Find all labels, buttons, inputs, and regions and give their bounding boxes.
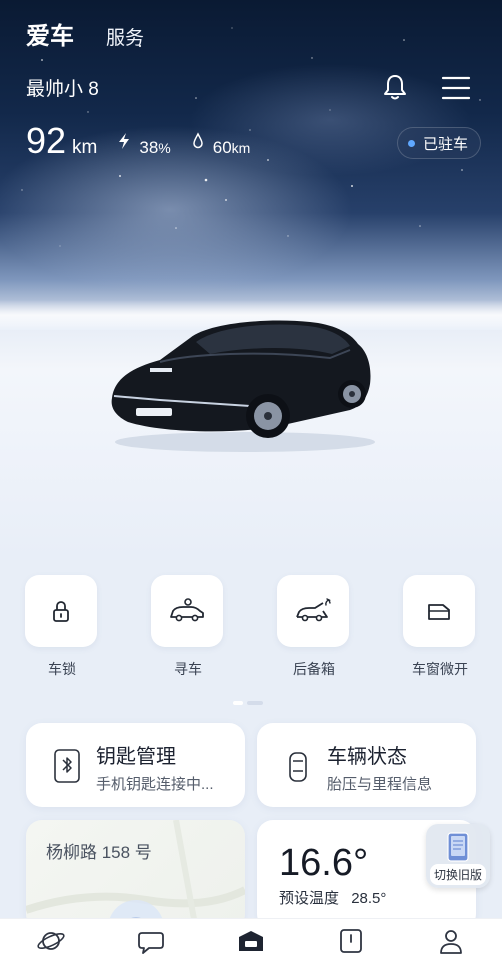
vehicle-card-subtitle: 胎压与里程信息 [327,776,433,793]
quick-actions: 车锁 寻车 后备箱 车窗微开 [0,575,502,685]
fuel-drop-icon [192,132,203,149]
preset-temperature-label: 预设温度 [279,890,340,907]
switch-old-version-button[interactable]: 切换旧版 [426,824,490,888]
key-card-subtitle: 手机钥匙连接中... [96,776,214,793]
vehicle-card-title: 车辆状态 [327,746,407,768]
action-find-car[interactable]: 寻车 [151,575,225,679]
cabin-temperature: 16.6° [279,842,369,884]
find-car-icon [170,598,204,622]
window-button[interactable] [403,575,475,647]
action-trunk[interactable]: 后备箱 [277,575,351,679]
tab-my-car[interactable]: 爱车 [26,16,74,51]
key-card-title: 钥匙管理 [96,746,176,768]
trunk-label: 后备箱 [293,661,335,677]
find-car-button[interactable] [151,575,223,647]
location-map-card[interactable]: 杨柳路 158 号 [26,820,245,930]
page-dot [247,701,263,705]
location-address: 杨柳路 158 号 [46,843,152,862]
map-background [26,820,245,930]
menu-icon[interactable] [441,74,471,102]
car-top-view-icon [289,752,307,782]
parked-status-badge: 已驻车 [397,127,482,159]
window-icon [428,604,450,620]
battery-unit: % [158,140,171,156]
bluetooth-key-icon [54,749,80,783]
trunk-icon [296,598,332,622]
lock-label: 车锁 [48,661,76,677]
action-lock[interactable]: 车锁 [25,575,99,679]
find-car-label: 寻车 [174,661,202,677]
trunk-button[interactable] [277,575,349,647]
battery-value: 38 [139,138,159,157]
vehicle-stats: 92 km 38% 60 km [26,120,250,162]
tab-service[interactable]: 服务 [106,23,144,50]
key-management-card[interactable]: 钥匙管理 手机钥匙连接中... [26,723,245,807]
fuel-range-unit: km [231,140,251,156]
parked-status-label: 已驻车 [423,135,469,153]
planet-icon[interactable] [36,927,66,955]
window-label: 车窗微开 [412,661,468,677]
phone-icon [447,832,469,862]
top-tab-bar: 爱车 服务 [26,16,144,51]
lock-button[interactable] [25,575,97,647]
person-icon[interactable] [436,927,466,955]
preset-temperature-value: 28.5° [351,890,387,907]
chat-icon[interactable] [136,927,166,955]
switch-old-version-label: 切换旧版 [429,864,486,885]
preset-temperature: 预设温度 28.5° [279,887,386,908]
lightning-icon [119,133,130,149]
bell-icon[interactable] [380,72,410,102]
vehicle-status-card[interactable]: 车辆状态 胎压与里程信息 [257,723,476,807]
range-unit: km [72,137,98,158]
action-window[interactable]: 车窗微开 [403,575,477,679]
fuel-range-value: 60 [212,138,232,157]
car-nickname[interactable]: 最帅小 8 [26,74,99,101]
page-dot-active [233,701,243,705]
status-dot [408,139,415,147]
lock-icon [53,601,69,622]
car-home-icon[interactable] [236,927,266,955]
card-icon[interactable] [336,927,366,955]
car-image [111,320,375,452]
bottom-navigation [0,918,502,960]
page-indicator [233,701,263,705]
range-value: 92 [26,120,67,161]
